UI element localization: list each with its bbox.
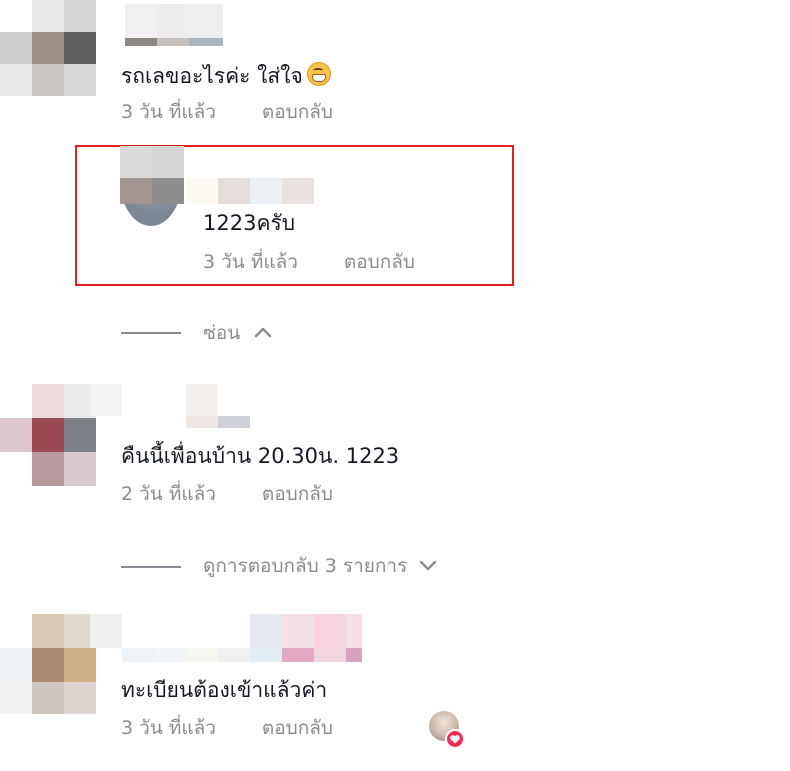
comment-text: 1223ครับ [203, 211, 296, 235]
reply-button[interactable]: ตอบกลับ [262, 717, 333, 739]
comment-time: 3 วัน ที่แล้ว [121, 717, 216, 739]
avatar[interactable] [0, 384, 100, 486]
username-redacted[interactable] [90, 614, 362, 662]
hide-replies-button[interactable]: ซ่อน [203, 321, 272, 345]
username-redacted[interactable] [90, 384, 250, 428]
comment-meta: 3 วัน ที่แล้ว ตอบกลับ [203, 250, 415, 274]
comment-text: รถเลขอะไรค่ะ ใส่ใจ [121, 62, 331, 89]
avatar[interactable] [120, 146, 184, 226]
username-redacted[interactable] [125, 4, 223, 46]
comment-meta: 3 วัน ที่แล้ว ตอบกลับ [121, 716, 333, 740]
comment-time: 3 วัน ที่แล้ว [121, 101, 216, 123]
avatar[interactable] [0, 614, 100, 714]
reply-button[interactable]: ตอบกลับ [344, 251, 415, 273]
avatar[interactable] [0, 0, 100, 100]
creator-liked-avatar [429, 711, 465, 749]
comment-meta: 2 วัน ที่แล้ว ตอบกลับ [121, 482, 333, 506]
chevron-down-icon [420, 560, 437, 571]
view-replies-button[interactable]: ดูการตอบกลับ 3 รายการ [203, 554, 437, 578]
comment-text: ทะเบียนต้องเข้าแล้วค่า [121, 678, 328, 702]
comment-text: คืนนี้เพื่อนบ้าน 20.30น. 1223 [121, 444, 400, 468]
comment-meta: 3 วัน ที่แล้ว ตอบกลับ [121, 100, 333, 124]
heart-icon [450, 735, 460, 744]
username-redacted[interactable] [186, 178, 316, 204]
comment-time: 2 วัน ที่แล้ว [121, 483, 216, 505]
grinning-face-icon [306, 62, 331, 86]
divider-line [121, 566, 181, 568]
divider-line [121, 332, 181, 334]
reply-button[interactable]: ตอบกลับ [262, 483, 333, 505]
comment-time: 3 วัน ที่แล้ว [203, 251, 298, 273]
chevron-up-icon [255, 327, 272, 338]
reply-button[interactable]: ตอบกลับ [262, 101, 333, 123]
